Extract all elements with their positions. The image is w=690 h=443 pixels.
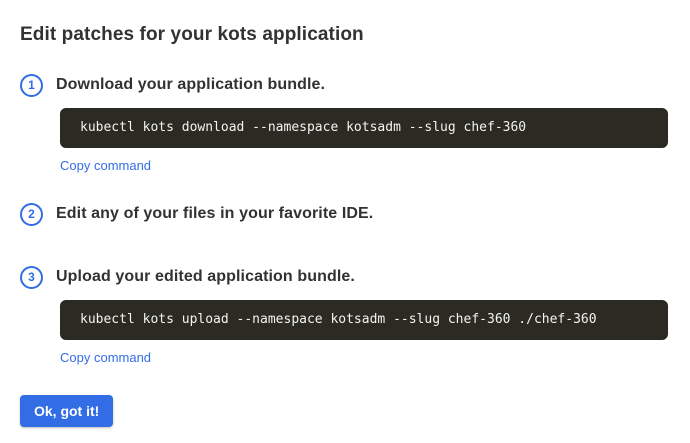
step-2-heading: Edit any of your files in your favorite … [56, 205, 373, 223]
step-3-copy-command-link[interactable]: Copy command [60, 350, 151, 365]
ok-got-it-button[interactable]: Ok, got it! [20, 395, 113, 427]
step-2-number-badge: 2 [20, 203, 43, 226]
step-2-number: 2 [28, 208, 35, 220]
step-3-heading: Upload your edited application bundle. [56, 268, 355, 286]
step-1-command-text: kubectl kots download --namespace kotsad… [80, 120, 526, 135]
step-1-copy-command-link[interactable]: Copy command [60, 158, 151, 173]
edit-patches-modal: Edit patches for your kots application 1… [0, 0, 690, 427]
modal-title: Edit patches for your kots application [20, 24, 668, 47]
step-3-row: 3 Upload your edited application bundle. [20, 266, 668, 289]
step-1-command-code: kubectl kots download --namespace kotsad… [60, 108, 668, 148]
step-3-number-badge: 3 [20, 266, 43, 289]
step-3-command-text: kubectl kots upload --namespace kotsadm … [80, 312, 597, 327]
step-1-number: 1 [28, 79, 35, 91]
step-1-heading: Download your application bundle. [56, 76, 325, 94]
step-1-row: 1 Download your application bundle. [20, 74, 668, 97]
step-3-number: 3 [28, 271, 35, 283]
step-1-number-badge: 1 [20, 74, 43, 97]
step-2-row: 2 Edit any of your files in your favorit… [20, 203, 668, 226]
step-3-command-code: kubectl kots upload --namespace kotsadm … [60, 300, 668, 340]
modal-footer: Ok, got it! [20, 367, 668, 427]
